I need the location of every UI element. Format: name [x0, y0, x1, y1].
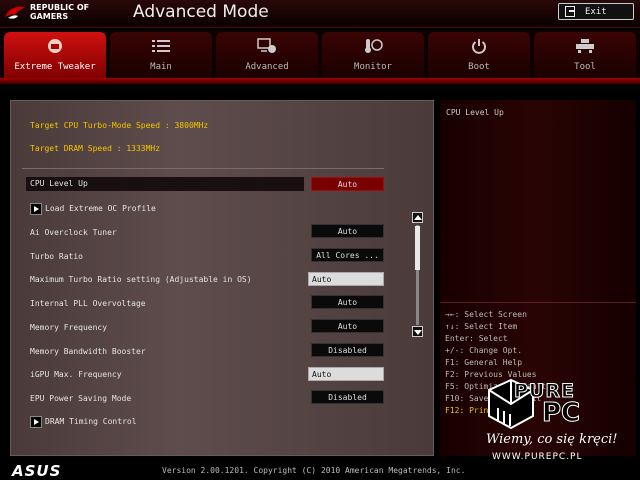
submenu-label: DRAM Timing Control [45, 417, 137, 426]
tab-label: Extreme Tweaker [14, 62, 96, 72]
brand-line-2: GAMERS [30, 12, 69, 21]
setting-internal-pll-overvoltage: Internal PLL Overvoltage [30, 299, 146, 308]
setting-epu-power-saving-mode-value[interactable]: Disabled [311, 390, 384, 404]
setting-max-turbo-ratio-input[interactable]: Auto [308, 272, 384, 286]
target-dram-speed: Target DRAM Speed : 1333MHz [30, 144, 161, 153]
scroll-down-arrow-icon[interactable] [412, 326, 423, 337]
submenu-arrow-icon [30, 202, 42, 215]
tool-icon [575, 38, 595, 54]
tab-label: Advanced [245, 62, 289, 72]
tab-main[interactable]: Main [110, 32, 212, 78]
power-icon [469, 38, 489, 54]
scroll-up-arrow-icon[interactable] [412, 212, 423, 223]
rog-eye-logo-icon [5, 6, 25, 19]
setting-igpu-max-frequency-input[interactable]: Auto [308, 367, 384, 381]
exit-button-label: Exit [585, 6, 607, 17]
setting-turbo-ratio: Turbo Ratio [30, 252, 83, 261]
tab-boot[interactable]: Boot [428, 32, 530, 78]
purepc-watermark: PURE PC Wiemy, co się kręci! WWW.PUREPC.… [482, 378, 640, 468]
tab-extreme-tweaker[interactable]: Extreme Tweaker [4, 32, 106, 78]
setting-memory-bandwidth-booster-value[interactable]: Disabled [311, 343, 384, 357]
setting-cpu-level-up[interactable]: CPU Level Up [26, 177, 304, 191]
brand-line-1: REPUBLIC OF [30, 3, 90, 12]
setting-memory-frequency: Memory Frequency [30, 323, 108, 332]
key-hint-general-help: F1: General Help [445, 358, 523, 367]
setting-max-turbo-ratio: Maximum Turbo Ratio setting (Adjustable … [30, 275, 252, 284]
setting-ai-overclock-tuner-value[interactable]: Auto [311, 224, 384, 238]
thermometer-fan-icon [363, 38, 383, 54]
exit-button[interactable]: Exit [558, 3, 634, 20]
bios-version-text: Version 2.00.1201. Copyright (C) 2010 Am… [162, 466, 466, 475]
help-divider [440, 302, 636, 303]
tab-label: Main [150, 62, 172, 72]
tab-monitor[interactable]: Monitor [322, 32, 424, 78]
extreme-tweaker-icon [45, 38, 65, 54]
submenu-dram-timing-control[interactable]: DRAM Timing Control [30, 415, 137, 428]
tab-label: Monitor [354, 62, 392, 72]
asus-logo: ASUS [12, 462, 62, 480]
submenu-arrow-icon [30, 415, 42, 428]
key-hint-select-screen: →←: Select Screen [445, 310, 527, 319]
tab-label: Tool [574, 62, 596, 72]
main-tabs: Extreme Tweaker Main Advanced Monitor Bo… [0, 30, 640, 78]
top-bar: REPUBLIC OF GAMERS Advanced Mode Exit [0, 0, 640, 28]
list-icon [151, 38, 171, 54]
setting-memory-bandwidth-booster: Memory Bandwidth Booster [30, 347, 146, 356]
setting-turbo-ratio-value[interactable]: All Cores ... [311, 248, 384, 262]
key-hint-enter: Enter: Select [445, 334, 508, 343]
setting-internal-pll-overvoltage-value[interactable]: Auto [311, 295, 384, 309]
tab-tool[interactable]: Tool [534, 32, 636, 78]
tab-underline-bar [0, 78, 640, 84]
watermark-slogan: Wiemy, co się kręci! [486, 432, 618, 447]
setting-memory-frequency-value[interactable]: Auto [311, 319, 384, 333]
page-title: Advanced Mode [133, 2, 269, 22]
tab-advanced[interactable]: Advanced [216, 32, 318, 78]
setting-ai-overclock-tuner: Ai Overclock Tuner [30, 228, 117, 237]
key-hint-select-item: ↑↓: Select Item [445, 322, 518, 331]
setting-igpu-max-frequency: iGPU Max. Frequency [30, 370, 122, 379]
info-divider [22, 168, 384, 169]
setting-cpu-level-up-value[interactable]: Auto [311, 177, 384, 191]
rog-brand-text: REPUBLIC OF GAMERS [30, 3, 89, 21]
setting-epu-power-saving-mode: EPU Power Saving Mode [30, 394, 132, 403]
tab-label: Boot [468, 62, 490, 72]
exit-door-icon [565, 6, 575, 17]
target-cpu-turbo-speed: Target CPU Turbo-Mode Speed : 3800MHz [30, 121, 209, 130]
submenu-label: Load Extreme OC Profile [45, 204, 156, 213]
key-hint-change-opt: +/-: Change Opt. [445, 346, 523, 355]
help-description: CPU Level Up [446, 108, 504, 117]
watermark-brand-bottom: PC [541, 398, 581, 429]
submenu-load-extreme-oc-profile[interactable]: Load Extreme OC Profile [30, 202, 156, 215]
advanced-settings-icon [257, 38, 277, 54]
scrollbar-thumb[interactable] [415, 226, 420, 270]
